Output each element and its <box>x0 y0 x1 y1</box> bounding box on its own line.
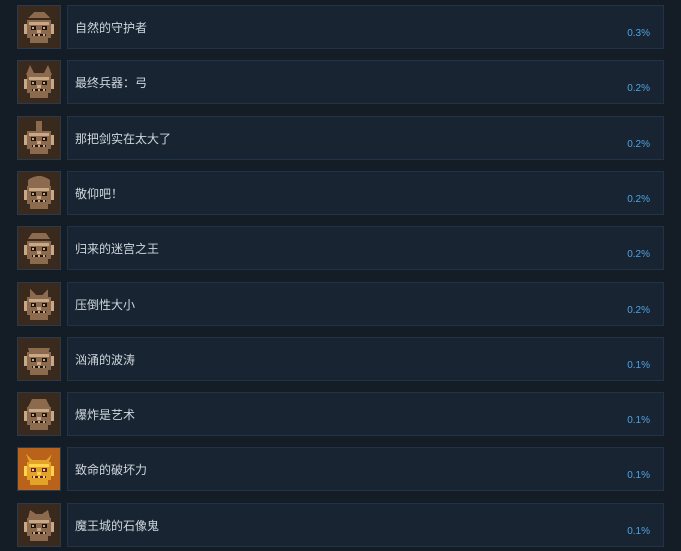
achievement-row[interactable]: 敬仰吧！ 0.2% <box>0 169 681 217</box>
giant-beast-icon <box>17 282 61 326</box>
achievement-name: 自然的守护者 <box>75 21 148 35</box>
achievement-name: 敬仰吧！ <box>75 187 124 201</box>
wave-skull-icon <box>17 337 61 381</box>
achievement-list: 自然的守护者 0.3% 最终兵器：弓 0.2% 那把剑实在太大了 0.2% 敬仰吧！ 0.2%… <box>0 0 681 551</box>
sword-beast-icon <box>17 116 61 160</box>
achievement-row[interactable]: 自然的守护者 0.3% <box>0 3 681 51</box>
achievement-row[interactable]: 汹涌的波涛 0.1% <box>0 335 681 383</box>
achievement-name: 汹涌的波涛 <box>75 353 136 367</box>
stone-guardian-icon <box>17 5 61 49</box>
achievement-row[interactable]: 最终兵器：弓 0.2% <box>0 58 681 106</box>
gargoyle-icon <box>17 503 61 547</box>
unlock-percent: 0.2% <box>627 194 650 205</box>
horned-bow-beast-icon <box>17 60 61 104</box>
unlock-percent: 0.1% <box>627 470 650 481</box>
unlock-percent: 0.2% <box>627 249 650 260</box>
achievement-panel: 归来的迷宫之王 0.2% <box>67 226 664 270</box>
achievement-name: 爆炸是艺术 <box>75 408 136 422</box>
unlock-percent: 0.1% <box>627 360 650 371</box>
unlock-percent: 0.2% <box>627 139 650 150</box>
golden-demon-icon <box>17 447 61 491</box>
achievement-row[interactable]: 那把剑实在太大了 0.2% <box>0 114 681 162</box>
achievement-panel: 自然的守护者 0.3% <box>67 5 664 49</box>
achievement-name: 归来的迷宫之王 <box>75 242 160 256</box>
achievement-panel: 压倒性大小 0.2% <box>67 282 664 326</box>
achievement-panel: 敬仰吧！ 0.2% <box>67 171 664 215</box>
achievement-row[interactable]: 致命的破坏力 0.1% <box>0 445 681 493</box>
achievement-row[interactable]: 爆炸是艺术 0.1% <box>0 390 681 438</box>
achievement-panel: 爆炸是艺术 0.1% <box>67 392 664 436</box>
achievement-panel: 最终兵器：弓 0.2% <box>67 60 664 104</box>
unlock-percent: 0.1% <box>627 415 650 426</box>
achievement-name: 魔王城的石像鬼 <box>75 519 160 533</box>
labyrinth-king-icon <box>17 226 61 270</box>
unlock-percent: 0.1% <box>627 526 650 537</box>
unlock-percent: 0.2% <box>627 305 650 316</box>
unlock-percent: 0.3% <box>627 28 650 39</box>
achievement-panel: 魔王城的石像鬼 0.1% <box>67 503 664 547</box>
achievement-name: 那把剑实在太大了 <box>75 132 172 146</box>
achievement-panel: 那把剑实在太大了 0.2% <box>67 116 664 160</box>
achievement-name: 压倒性大小 <box>75 298 136 312</box>
bomb-mask-icon <box>17 392 61 436</box>
achievement-row[interactable]: 魔王城的石像鬼 0.1% <box>0 501 681 549</box>
achievement-name: 致命的破坏力 <box>75 463 148 477</box>
achievement-row[interactable]: 归来的迷宫之王 0.2% <box>0 224 681 272</box>
round-golem-icon <box>17 171 61 215</box>
achievement-panel: 汹涌的波涛 0.1% <box>67 337 664 381</box>
achievement-name: 最终兵器：弓 <box>75 76 148 90</box>
achievement-panel: 致命的破坏力 0.1% <box>67 447 664 491</box>
achievement-row[interactable]: 压倒性大小 0.2% <box>0 280 681 328</box>
unlock-percent: 0.2% <box>627 83 650 94</box>
